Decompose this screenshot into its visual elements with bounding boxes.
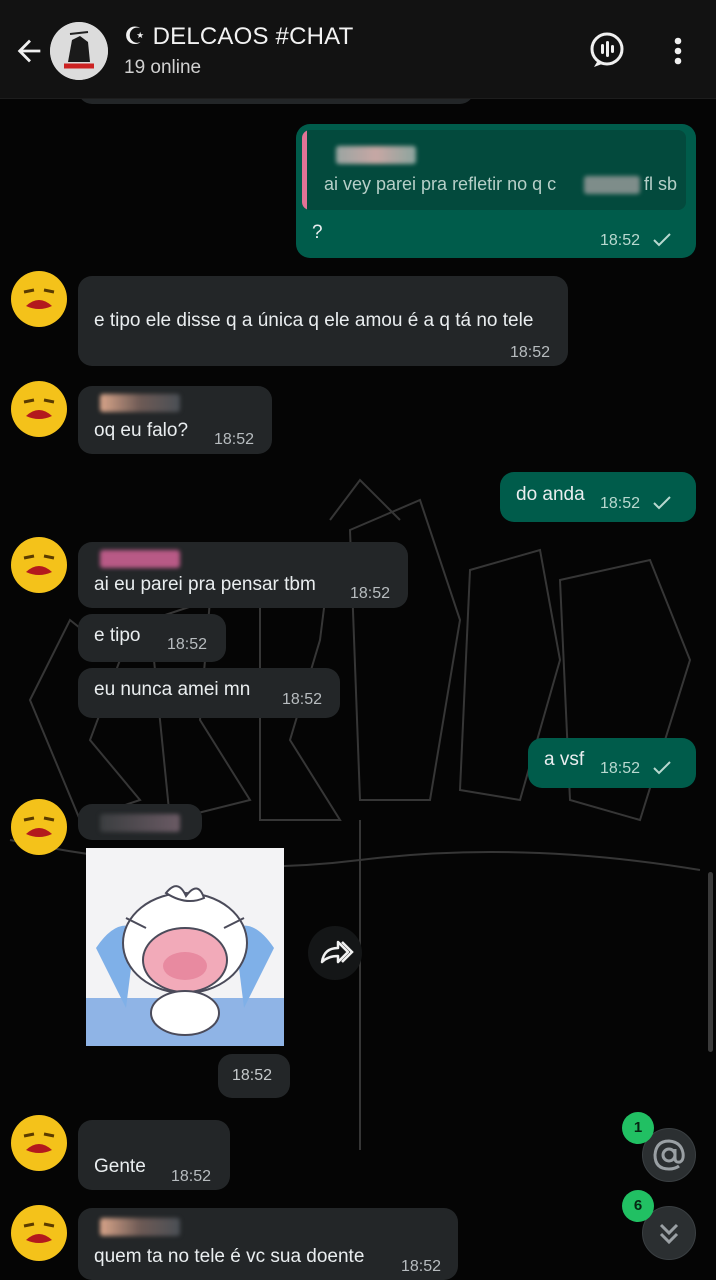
message-time: 18:52 xyxy=(600,760,641,777)
message-bubble-outgoing[interactable]: do anda 18:52 xyxy=(500,472,696,522)
check-icon xyxy=(653,761,671,775)
message-bubble-incoming[interactable]: e tipo ele disse q a única q ele amou é … xyxy=(78,276,568,366)
forward-icon xyxy=(320,940,354,964)
sender-avatar[interactable] xyxy=(10,536,68,594)
sender-name-bubble[interactable] xyxy=(78,804,202,840)
message-text: quem ta no tele é vc sua doente xyxy=(94,1246,365,1267)
message-text: do anda xyxy=(516,484,585,505)
message-bubble-incoming[interactable]: e tipo 18:52 xyxy=(78,614,226,662)
redacted-sender xyxy=(100,814,180,832)
message-bubble-incoming[interactable]: quem ta no tele é vc sua doente 18:52 xyxy=(78,1208,458,1280)
voice-chat-icon[interactable] xyxy=(588,31,626,69)
redacted-text xyxy=(584,176,640,194)
redacted-sender xyxy=(336,146,416,164)
message-time: 18:52 xyxy=(214,431,255,448)
sticker-image[interactable] xyxy=(86,848,284,1046)
message-bubble-incoming[interactable]: Gente 18:52 xyxy=(78,1120,230,1190)
message-time: 18:52 xyxy=(350,585,391,602)
message-text: ai eu parei pra pensar tbm xyxy=(94,574,316,595)
more-vert-icon[interactable] xyxy=(666,34,690,68)
message-bubble-incoming[interactable]: eu nunca amei mn 18:52 xyxy=(78,668,340,718)
redacted-sender xyxy=(100,550,180,568)
message-time: 18:52 xyxy=(510,344,551,361)
message-time: 18:52 xyxy=(282,691,323,708)
sender-avatar[interactable] xyxy=(10,380,68,438)
redacted-sender xyxy=(100,1218,180,1236)
message-time: 18:52 xyxy=(600,495,641,512)
sender-avatar[interactable] xyxy=(10,1114,68,1172)
quote-text-tail: fl sb xyxy=(644,174,678,194)
mentions-badge: 1 xyxy=(622,1112,654,1144)
message-bubble-outgoing[interactable]: ai vey parei pra refletir no q c fl sb ?… xyxy=(296,124,696,258)
message-text: eu nunca amei mn xyxy=(94,679,251,700)
quote-text: ai vey parei pra refletir no q c xyxy=(324,174,557,194)
message-time: 18:52 xyxy=(171,1168,212,1185)
online-count: 19 online xyxy=(124,57,202,78)
message-time: 18:52 xyxy=(232,1067,273,1084)
message-text: oq eu falo? xyxy=(94,420,189,441)
sender-avatar[interactable] xyxy=(10,270,68,328)
message-text: e tipo ele disse q a única q ele amou é … xyxy=(94,310,534,331)
message-time: 18:52 xyxy=(600,232,641,249)
check-icon xyxy=(653,496,671,510)
scrollbar[interactable] xyxy=(708,872,713,1052)
quote-bar xyxy=(302,130,307,210)
sender-avatar[interactable] xyxy=(10,798,68,856)
sticker-time-pill: 18:52 xyxy=(218,1054,290,1098)
message-text: e tipo xyxy=(94,625,141,646)
back-arrow-icon[interactable] xyxy=(12,34,46,68)
forward-button[interactable] xyxy=(308,926,362,980)
unread-badge: 6 xyxy=(622,1190,654,1222)
quoted-message[interactable]: ai vey parei pra refletir no q c fl sb xyxy=(302,130,686,210)
redacted-sender xyxy=(100,394,180,412)
sender-avatar[interactable] xyxy=(10,1204,68,1262)
message-bubble-incoming[interactable]: oq eu falo? 18:52 xyxy=(78,386,272,454)
check-icon xyxy=(653,233,671,247)
message-text: Gente xyxy=(94,1156,146,1177)
message-bubble-outgoing[interactable]: a vsf 18:52 xyxy=(528,738,696,788)
message-text: ? xyxy=(312,222,323,243)
message-text: a vsf xyxy=(544,749,585,770)
message-time: 18:52 xyxy=(167,636,208,653)
chat-title[interactable]: ☪ DELCAOS #CHAT xyxy=(124,22,353,51)
message-time: 18:52 xyxy=(401,1258,442,1275)
chat-header: ☪ DELCAOS #CHAT 19 online xyxy=(0,0,716,99)
group-avatar[interactable] xyxy=(50,22,108,80)
message-bubble-incoming[interactable]: ai eu parei pra pensar tbm 18:52 xyxy=(78,542,408,608)
